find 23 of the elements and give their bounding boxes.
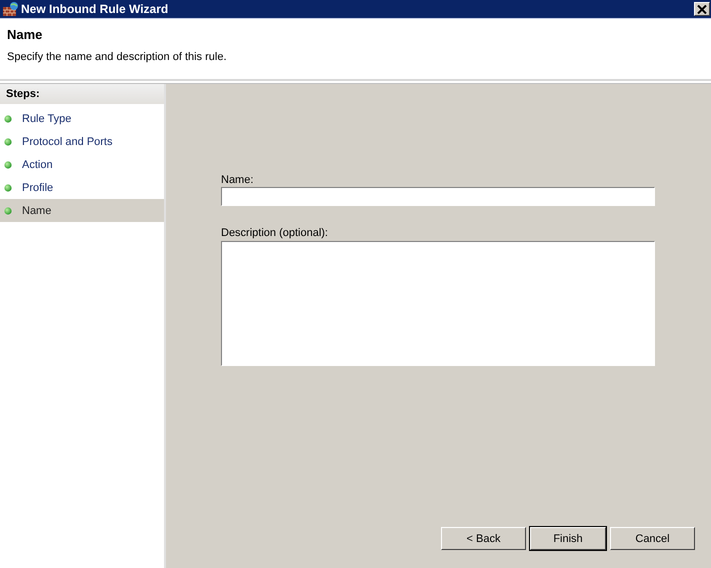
firewall-icon: [3, 2, 19, 16]
page-subtitle: Specify the name and description of this rule.: [7, 51, 228, 63]
page-title: Name: [7, 27, 44, 42]
close-button[interactable]: [694, 2, 710, 16]
wizard-button[interactable]: < Back: [441, 527, 526, 550]
bullet-icon: [4, 184, 12, 192]
steps-heading: Steps:: [0, 84, 164, 104]
bullet-icon: [4, 138, 12, 146]
wizard-button[interactable]: Cancel: [610, 527, 695, 550]
name-field[interactable]: [221, 187, 655, 206]
step-item[interactable]: Action: [0, 153, 164, 176]
window-title: New Inbound Rule Wizard: [21, 2, 170, 16]
wizard-button[interactable]: Finish: [530, 527, 606, 550]
step-item[interactable]: Rule Type: [0, 107, 164, 130]
step-item[interactable]: Profile: [0, 176, 164, 199]
name-label: Name:: [221, 174, 254, 187]
bullet-icon: [4, 206, 12, 214]
step-item[interactable]: Name: [0, 199, 164, 222]
description-label: Description (optional):: [221, 227, 329, 240]
bullet-icon: [4, 114, 12, 122]
description-field[interactable]: [221, 241, 655, 366]
step-item[interactable]: Protocol and Ports: [0, 130, 164, 153]
bullet-icon: [4, 160, 12, 168]
